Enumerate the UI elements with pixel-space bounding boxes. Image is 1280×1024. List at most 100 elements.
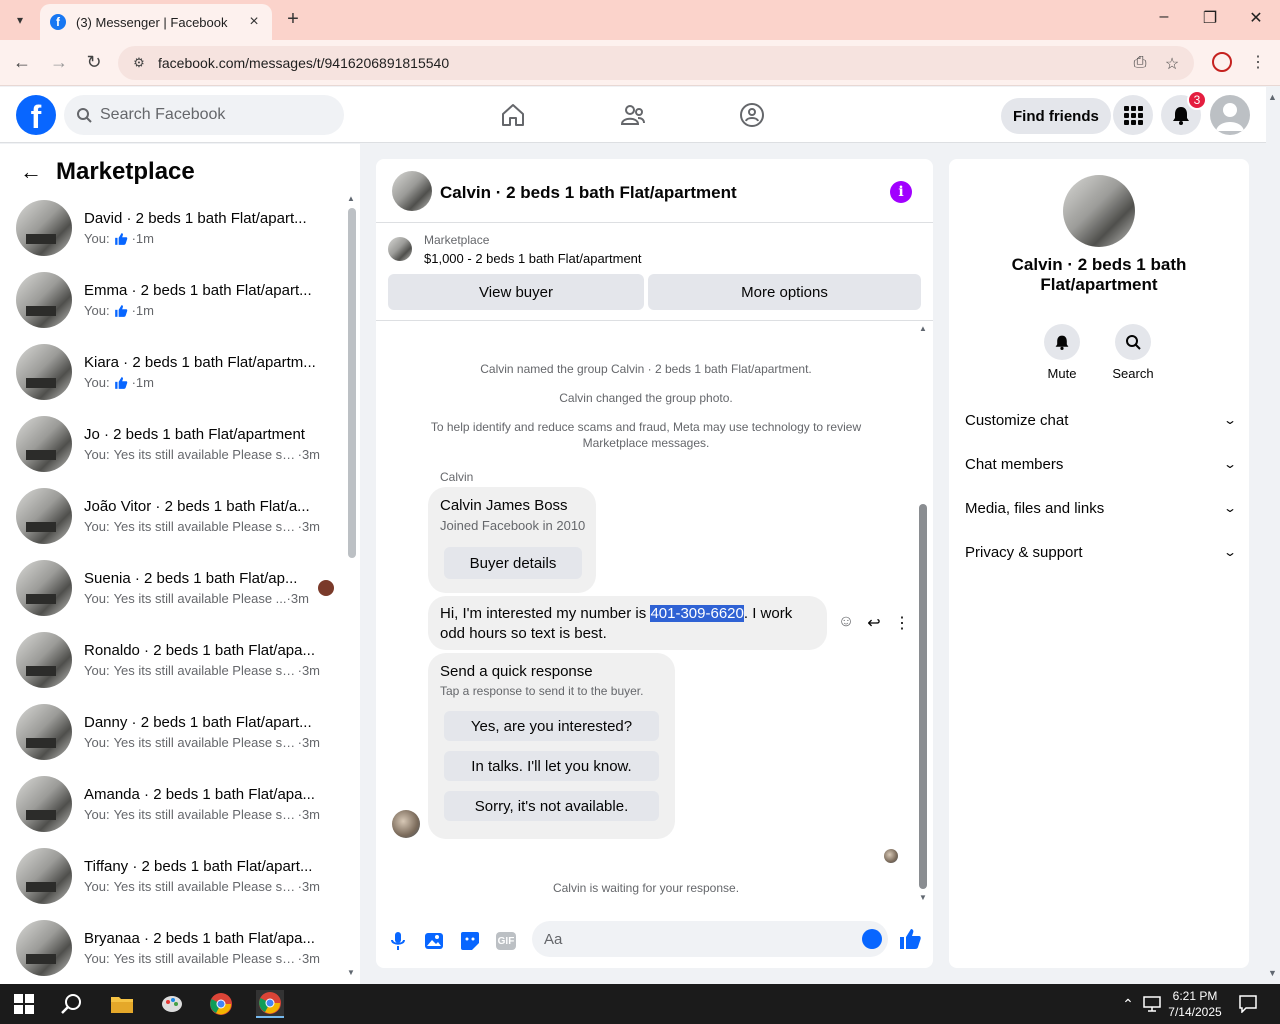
customize-chat-section[interactable]: Customize chat ⌄ [965,402,1237,438]
install-app-icon[interactable]: ⎙ [1130,54,1150,72]
tab-title: (3) Messenger | Facebook [76,14,228,30]
sender-avatar[interactable] [392,810,420,838]
conversation-item[interactable]: Kiara · 2 beds 1 bath Flat/apartm... You:… [16,342,336,402]
url-text[interactable]: facebook.com/messages/t/9416206891815540 [158,55,449,71]
facebook-search[interactable] [64,95,344,135]
react-emoji-icon[interactable]: ☺ [836,613,856,631]
gif-icon[interactable]: GIF [494,929,518,953]
restore-icon[interactable]: ❐ [1200,8,1220,28]
conversation-time: 3m [301,951,320,966]
site-info-icon[interactable]: ⚙ [130,54,148,72]
address-bar[interactable]: ⚙ facebook.com/messages/t/94162068918155… [118,46,1194,80]
search-input[interactable] [100,106,320,124]
conversation-item[interactable]: Jo · 2 beds 1 bath Flat/apartment You: Yes… [16,414,336,474]
conversation-item[interactable]: Tiffany · 2 beds 1 bath Flat/apart... You… [16,846,336,906]
facebook-logo-icon[interactable]: f [16,95,56,135]
chrome-icon[interactable] [207,990,235,1018]
back-arrow-icon[interactable]: ← [20,159,44,185]
emoji-icon[interactable] [862,929,882,949]
microphone-icon[interactable] [386,929,410,953]
section-label: Privacy & support [965,543,1083,561]
chat-members-section[interactable]: Chat members ⌄ [965,446,1237,482]
back-icon[interactable]: ← [11,52,33,73]
phone-number[interactable]: 401-309-6620 [650,605,744,622]
reload-icon[interactable]: ↻ [83,52,105,73]
minimize-icon[interactable]: – [1154,8,1174,26]
media-files-links-section[interactable]: Media, files and links ⌄ [965,490,1238,526]
file-explorer-icon[interactable] [108,990,136,1018]
system-message: Calvin changed the group photo. [559,391,733,405]
conversation-subtitle: You: Yes its still available Please se...… [84,951,320,966]
conversation-item[interactable]: Suenia · 2 beds 1 bath Flat/ap... You: Yes… [16,558,336,618]
menu-grid-icon[interactable] [1113,95,1153,135]
conversation-prefix: You: [84,591,110,606]
page-scroll-down-icon[interactable]: ▼ [1268,968,1277,978]
quick-response-card: Send a quick response Tap a response to … [428,653,675,839]
conversation-item[interactable]: João Vitor · 2 beds 1 bath Flat/a... You:… [16,486,336,546]
quick-response-button[interactable]: Yes, are you interested? [444,711,659,741]
like-thumb-icon[interactable] [898,927,922,951]
search-chat-button[interactable]: Search [1103,324,1163,381]
sidebar-header: ← Marketplace [20,158,195,186]
chevron-down-icon: ⌄ [1222,501,1238,515]
reply-icon[interactable]: ↩ [864,613,884,633]
network-icon[interactable] [1138,990,1166,1018]
browser-toolbar: ← → ↻ ⚙ facebook.com/messages/t/94162068… [0,40,1280,86]
tab-search-icon[interactable]: ▾ [8,9,32,31]
close-window-icon[interactable]: ✕ [1246,8,1266,28]
new-tab-icon[interactable]: + [282,8,304,31]
sticker-icon[interactable] [458,929,482,953]
home-icon[interactable] [499,101,527,129]
buyer-name: Calvin James Boss [440,497,568,514]
group-avatar[interactable] [1063,175,1135,247]
more-options-button[interactable]: More options [648,274,921,310]
browser-profile-icon[interactable] [1212,52,1232,72]
view-buyer-button[interactable]: View buyer [388,274,644,310]
listing-title[interactable]: $1,000 - 2 beds 1 bath Flat/apartment [424,251,642,266]
scroll-up-icon[interactable]: ▲ [347,194,355,203]
chat-scroll-down-icon[interactable]: ▼ [919,893,927,902]
sidebar-scrollbar[interactable] [348,208,356,558]
chat-avatar[interactable] [392,171,432,211]
conversation-item[interactable]: Danny · 2 beds 1 bath Flat/apart... You: Y… [16,702,336,762]
account-avatar[interactable] [1210,95,1250,135]
taskbar-search-icon[interactable] [58,990,86,1018]
friends-icon[interactable] [619,101,647,129]
seen-avatar [318,580,334,596]
browser-tab[interactable]: f (3) Messenger | Facebook × [40,4,272,40]
conversation-item[interactable]: Bryanaa · 2 beds 1 bath Flat/apa... You: Y… [16,918,336,978]
conversation-item[interactable]: Amanda · 2 beds 1 bath Flat/apa... You: Ye… [16,774,336,834]
chevron-down-icon: ⌄ [1222,545,1238,559]
clock[interactable]: 6:21 PM 7/14/2025 [1166,988,1224,1020]
chrome-active-icon[interactable] [256,990,284,1018]
forward-icon[interactable]: → [48,52,70,73]
quick-response-button[interactable]: Sorry, it's not available. [444,791,659,821]
message-input[interactable] [544,930,844,948]
privacy-support-section[interactable]: Privacy & support ⌄ [965,534,1238,570]
buyer-details-button[interactable]: Buyer details [444,547,582,579]
quick-response-button[interactable]: In talks. I'll let you know. [444,751,659,781]
conversation-prefix: You: [84,879,110,894]
groups-icon[interactable] [738,101,766,129]
page-scroll-up-icon[interactable]: ▲ [1268,92,1277,102]
chat-title[interactable]: Calvin · 2 beds 1 bath Flat/apartment [440,183,737,203]
conversation-item[interactable]: Emma · 2 beds 1 bath Flat/apart... You: ·… [16,270,336,330]
action-center-icon[interactable] [1234,990,1262,1018]
more-actions-icon[interactable]: ⋮ [892,613,912,633]
facebook-header: f Find friends [0,87,1266,143]
paint-app-icon[interactable] [158,990,186,1018]
bookmark-star-icon[interactable]: ☆ [1162,54,1182,74]
message-input-box[interactable] [532,921,888,957]
find-friends-button[interactable]: Find friends [1001,98,1111,134]
conversation-item[interactable]: Ronaldo · 2 beds 1 bath Flat/apa... You: Y… [16,630,336,690]
info-icon[interactable]: i [890,181,912,203]
chat-scrollbar[interactable] [919,504,927,889]
mute-button[interactable]: Mute [1032,324,1092,381]
conversation-item[interactable]: David · 2 beds 1 bath Flat/apart... You: … [16,198,336,258]
browser-menu-icon[interactable]: ⋮ [1250,52,1266,72]
chat-scroll-up-icon[interactable]: ▲ [919,324,927,333]
scroll-down-icon[interactable]: ▼ [347,968,355,977]
windows-start-icon[interactable] [10,990,38,1018]
photo-icon[interactable] [422,929,446,953]
close-tab-icon[interactable]: × [246,13,262,31]
